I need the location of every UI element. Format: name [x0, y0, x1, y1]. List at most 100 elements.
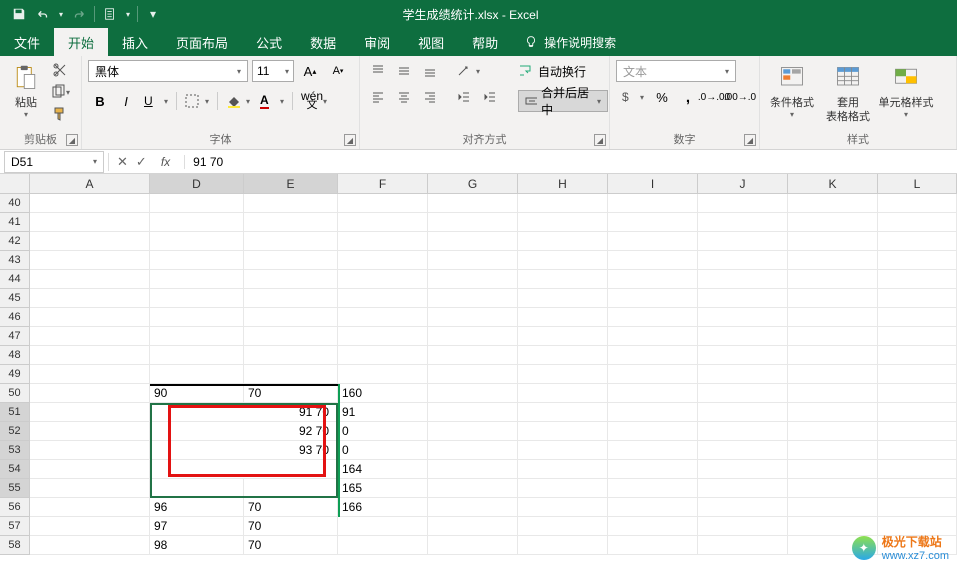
cell-H53[interactable]	[518, 441, 608, 460]
cell-K42[interactable]	[788, 232, 878, 251]
cell-I40[interactable]	[608, 194, 698, 213]
cell-K56[interactable]	[788, 498, 878, 517]
cell-J52[interactable]	[698, 422, 788, 441]
column-header-A[interactable]: A	[30, 174, 150, 194]
cell-K49[interactable]	[788, 365, 878, 384]
cell-H42[interactable]	[518, 232, 608, 251]
row-header-47[interactable]: 47	[0, 327, 30, 346]
phonetic-button[interactable]: wén文▾	[297, 90, 329, 112]
cell-J49[interactable]	[698, 365, 788, 384]
tab-help[interactable]: 帮助	[458, 28, 512, 56]
cell-E48[interactable]	[244, 346, 338, 365]
cell-H49[interactable]	[518, 365, 608, 384]
cell-G43[interactable]	[428, 251, 518, 270]
cell-G45[interactable]	[428, 289, 518, 308]
cell-L42[interactable]	[878, 232, 957, 251]
cell-A47[interactable]	[30, 327, 150, 346]
cell-D41[interactable]	[150, 213, 244, 232]
cell-A41[interactable]	[30, 213, 150, 232]
tab-insert[interactable]: 插入	[108, 28, 162, 56]
cell-A42[interactable]	[30, 232, 150, 251]
cell-L40[interactable]	[878, 194, 957, 213]
cell-A54[interactable]	[30, 460, 150, 479]
cell-E53[interactable]	[244, 441, 338, 460]
cell-I58[interactable]	[608, 536, 698, 555]
cell-D57[interactable]: 97	[150, 517, 244, 536]
row-header-46[interactable]: 46	[0, 308, 30, 327]
bold-button[interactable]: B	[88, 90, 112, 112]
column-header-L[interactable]: L	[878, 174, 957, 194]
column-header-F[interactable]: F	[338, 174, 428, 194]
cell-I57[interactable]	[608, 517, 698, 536]
column-header-G[interactable]: G	[428, 174, 518, 194]
cell-H54[interactable]	[518, 460, 608, 479]
cell-G56[interactable]	[428, 498, 518, 517]
cell-H51[interactable]	[518, 403, 608, 422]
cell-G47[interactable]	[428, 327, 518, 346]
cell-L46[interactable]	[878, 308, 957, 327]
cell-A46[interactable]	[30, 308, 150, 327]
cell-I51[interactable]	[608, 403, 698, 422]
row-header-49[interactable]: 49	[0, 365, 30, 384]
cell-G54[interactable]	[428, 460, 518, 479]
cell-H40[interactable]	[518, 194, 608, 213]
cell-E45[interactable]	[244, 289, 338, 308]
row-header-58[interactable]: 58	[0, 536, 30, 555]
cell-J55[interactable]	[698, 479, 788, 498]
column-header-K[interactable]: K	[788, 174, 878, 194]
cell-A56[interactable]	[30, 498, 150, 517]
cell-F58[interactable]	[338, 536, 428, 555]
font-size-combo[interactable]: 11▾	[252, 60, 294, 82]
cell-E51[interactable]	[244, 403, 338, 422]
conditional-format-button[interactable]: 条件格式▾	[766, 60, 818, 119]
comma-button[interactable]: ,	[676, 86, 700, 108]
cell-H46[interactable]	[518, 308, 608, 327]
cell-H55[interactable]	[518, 479, 608, 498]
cell-K48[interactable]	[788, 346, 878, 365]
cell-I44[interactable]	[608, 270, 698, 289]
increase-indent-button[interactable]	[478, 86, 502, 108]
row-header-54[interactable]: 54	[0, 460, 30, 479]
alignment-launcher[interactable]: ◢	[594, 134, 606, 146]
row-header-56[interactable]: 56	[0, 498, 30, 517]
row-header-50[interactable]: 50	[0, 384, 30, 403]
cell-H52[interactable]	[518, 422, 608, 441]
cell-L45[interactable]	[878, 289, 957, 308]
align-center-button[interactable]	[392, 86, 416, 108]
row-header-52[interactable]: 52	[0, 422, 30, 441]
cell-L49[interactable]	[878, 365, 957, 384]
row-header-41[interactable]: 41	[0, 213, 30, 232]
cell-J58[interactable]	[698, 536, 788, 555]
paste-button[interactable]: 粘贴 ▾	[6, 60, 46, 119]
format-painter-button[interactable]	[50, 104, 70, 124]
cell-K44[interactable]	[788, 270, 878, 289]
row-header-48[interactable]: 48	[0, 346, 30, 365]
cell-D55[interactable]	[150, 479, 244, 498]
cell-A40[interactable]	[30, 194, 150, 213]
cell-G42[interactable]	[428, 232, 518, 251]
cell-A49[interactable]	[30, 365, 150, 384]
cell-A52[interactable]	[30, 422, 150, 441]
cell-G50[interactable]	[428, 384, 518, 403]
cell-G52[interactable]	[428, 422, 518, 441]
cell-I43[interactable]	[608, 251, 698, 270]
cell-D43[interactable]	[150, 251, 244, 270]
wrap-text-button[interactable]: 自动换行	[518, 60, 608, 82]
cell-K40[interactable]	[788, 194, 878, 213]
cell-L52[interactable]	[878, 422, 957, 441]
copy-button[interactable]: ▾	[50, 82, 70, 102]
cell-I41[interactable]	[608, 213, 698, 232]
cell-K41[interactable]	[788, 213, 878, 232]
cell-D50[interactable]: 90	[150, 384, 244, 403]
cell-A51[interactable]	[30, 403, 150, 422]
cell-K45[interactable]	[788, 289, 878, 308]
fx-icon[interactable]: fx	[155, 155, 176, 169]
cell-H58[interactable]	[518, 536, 608, 555]
cell-F40[interactable]	[338, 194, 428, 213]
formula-bar[interactable]: 91 70	[184, 155, 957, 169]
fill-color-button[interactable]: ▾	[222, 90, 254, 112]
cell-I50[interactable]	[608, 384, 698, 403]
cell-A55[interactable]	[30, 479, 150, 498]
cell-J54[interactable]	[698, 460, 788, 479]
cell-F51[interactable]: 91	[338, 403, 428, 422]
